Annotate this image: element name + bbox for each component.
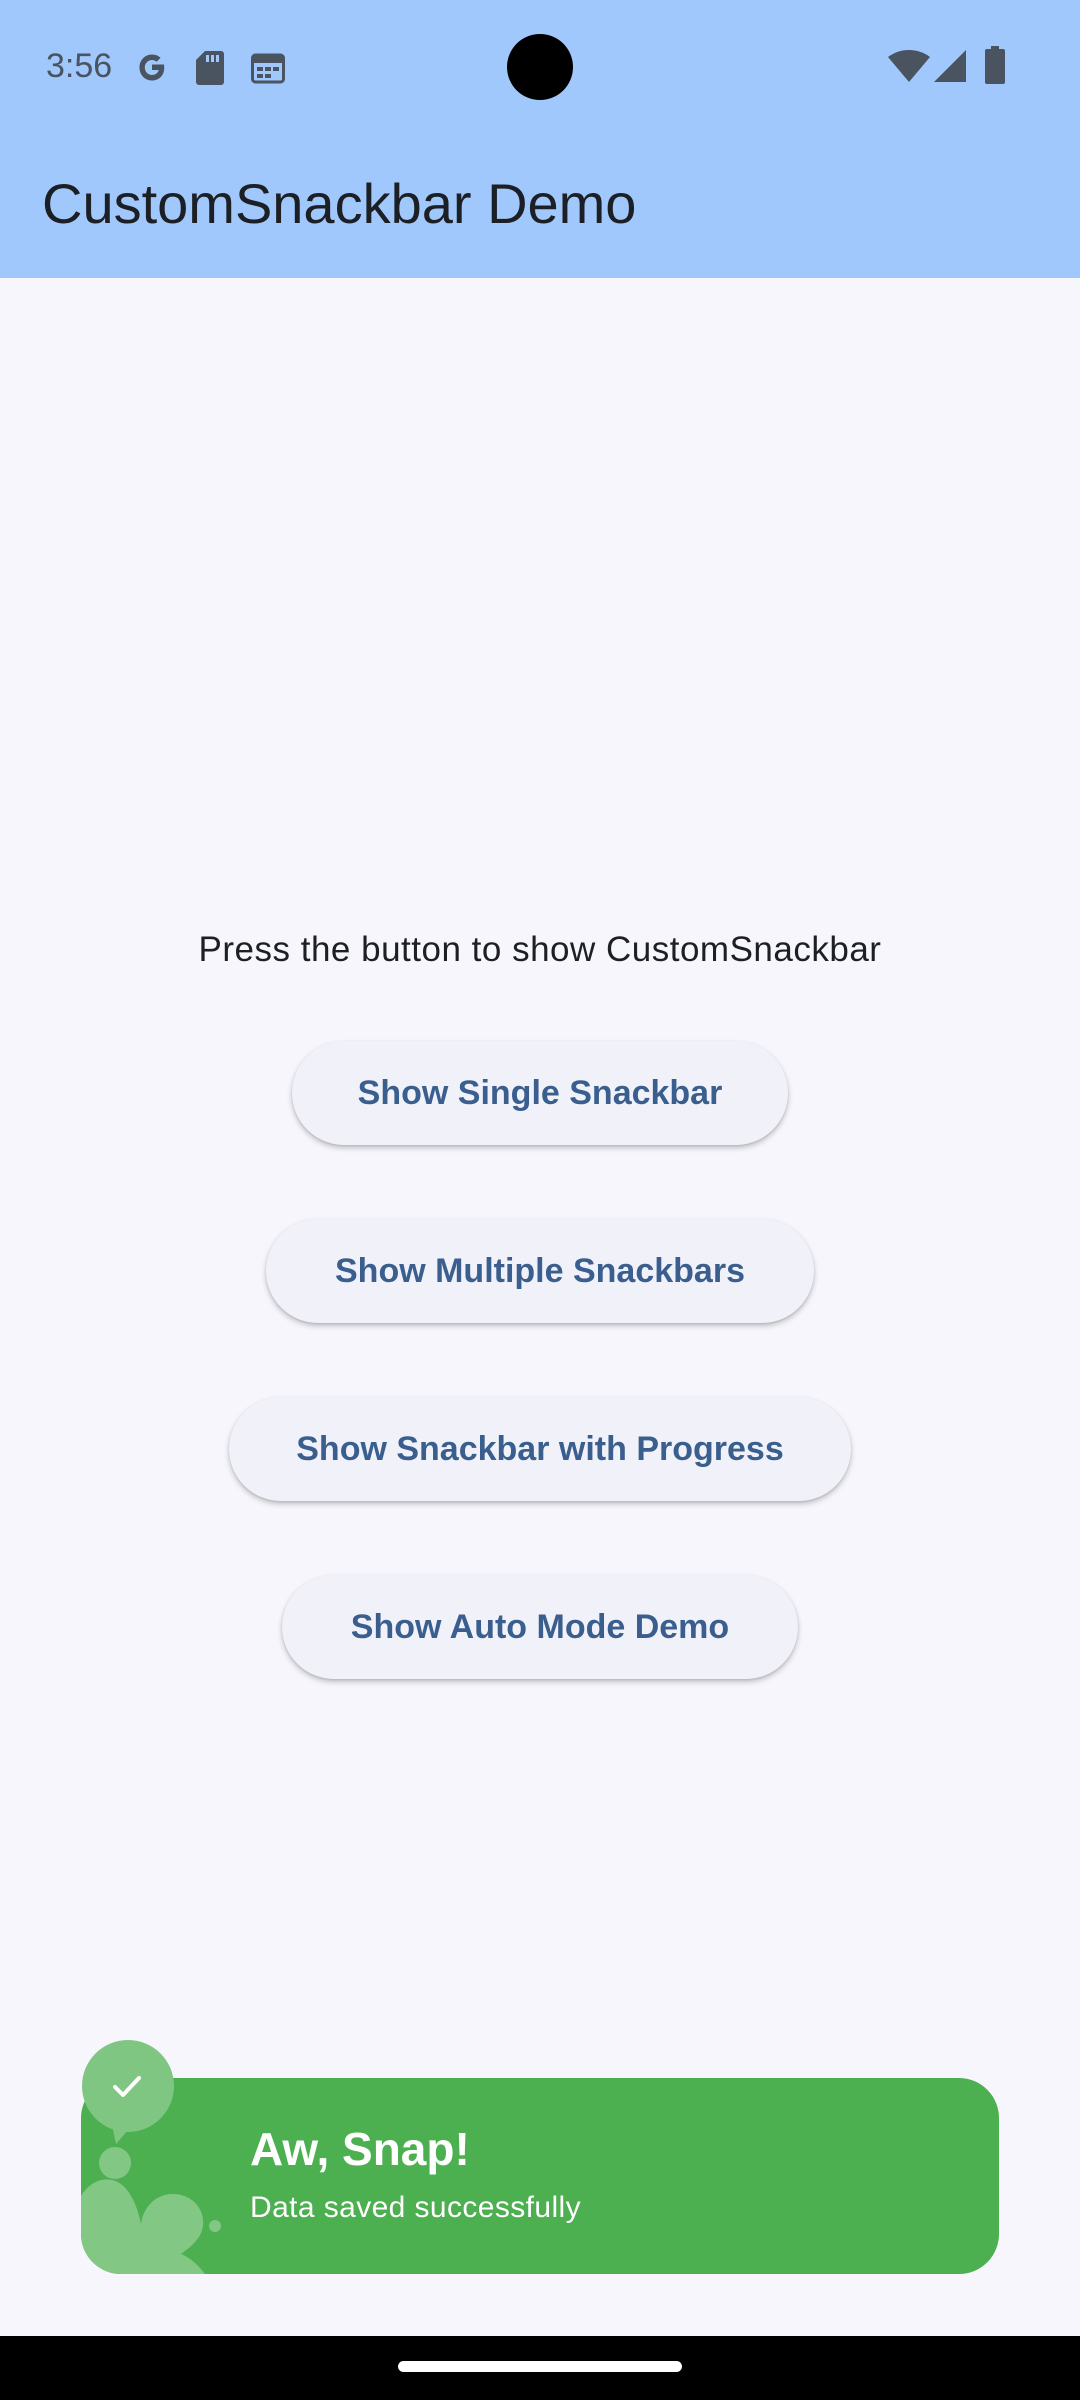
signal-icon — [934, 50, 966, 82]
snackbar-badge-tail — [110, 2116, 140, 2144]
show-multiple-snackbars-button[interactable]: Show Multiple Snackbars — [266, 1219, 814, 1323]
custom-snackbar[interactable]: Aw, Snap! Data saved successfully — [81, 2078, 999, 2274]
battery-icon — [985, 46, 1005, 84]
button-label: Show Single Snackbar — [357, 1073, 723, 1112]
check-icon — [113, 2076, 141, 2097]
page-title: CustomSnackbar Demo — [42, 172, 637, 235]
app-header: 3:56 CustomSnackbar Demo — [0, 0, 1080, 278]
status-bar: 3:56 — [0, 0, 1080, 132]
calendar-icon — [251, 53, 285, 84]
google-icon — [139, 54, 165, 81]
sd-card-icon — [196, 51, 224, 85]
button-label: Show Multiple Snackbars — [335, 1251, 745, 1290]
instruction-text: Press the button to show CustomSnackbar — [198, 930, 882, 969]
button-label: Show Snackbar with Progress — [296, 1429, 784, 1468]
status-time: 3:56 — [46, 47, 113, 85]
camera-cutout — [507, 34, 573, 100]
show-single-snackbar-button[interactable]: Show Single Snackbar — [292, 1041, 788, 1145]
home-gesture-handle[interactable] — [398, 2361, 682, 2372]
show-snackbar-with-progress-button[interactable]: Show Snackbar with Progress — [229, 1397, 851, 1501]
button-label: Show Auto Mode Demo — [350, 1607, 730, 1646]
wifi-icon — [888, 50, 930, 82]
snackbar-message: Data saved successfully — [250, 2191, 582, 2224]
snackbar-title: Aw, Snap! — [250, 2123, 470, 2175]
show-auto-mode-demo-button[interactable]: Show Auto Mode Demo — [282, 1575, 798, 1679]
